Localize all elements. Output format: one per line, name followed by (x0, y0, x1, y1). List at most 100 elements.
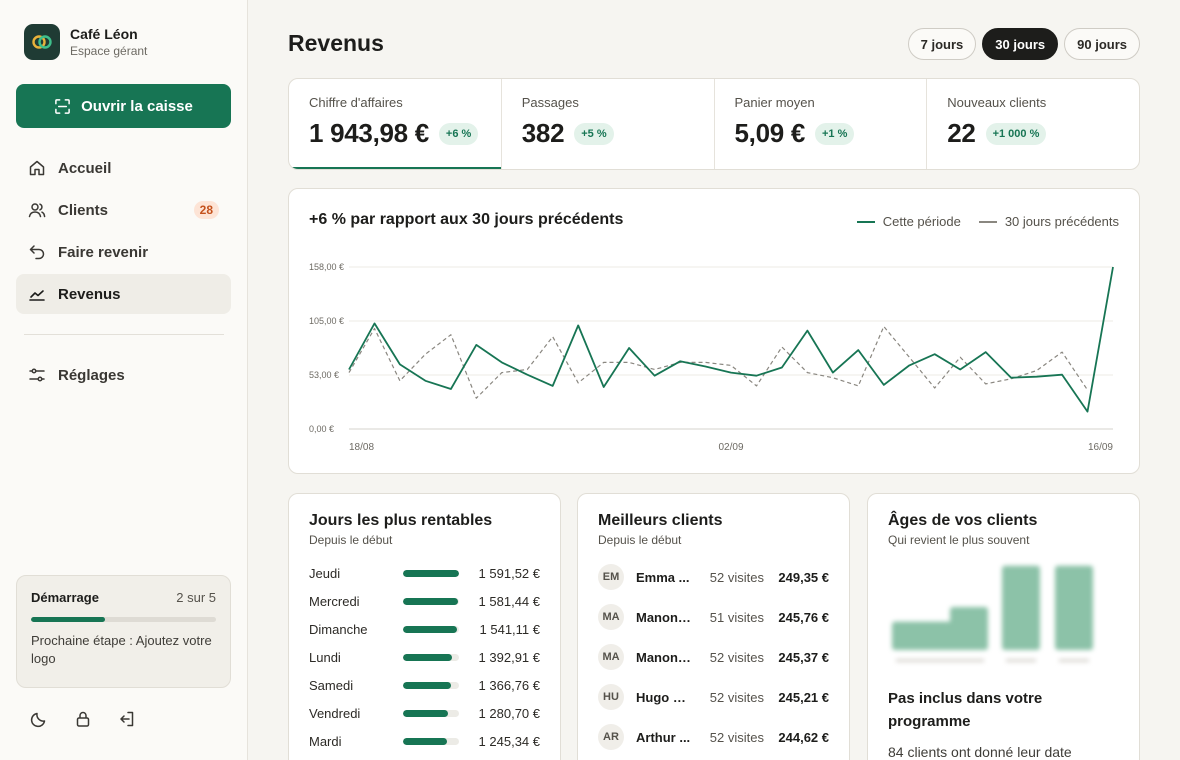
chart-title: +6 % par rapport aux 30 jours précédents (309, 211, 624, 228)
client-amount: 249,35 € (778, 569, 829, 585)
sidebar-item-label: Faire revenir (58, 243, 149, 261)
day-name: Jeudi (309, 565, 341, 581)
client-visits: 52 visites (709, 689, 764, 705)
brand-name: Café Léon (70, 26, 138, 42)
card-subtitle: Depuis le début (309, 533, 393, 547)
client-amount: 245,21 € (778, 689, 829, 705)
kpi-delta-badge: +1 % (815, 122, 855, 145)
users-icon (28, 203, 46, 218)
main-nav: Accueil Clients 28 Faire revenir Revenus (16, 148, 231, 316)
kpi-value: 382 (521, 118, 565, 148)
age-bar (1055, 565, 1093, 650)
sidebar-item-reglages[interactable]: Réglages (16, 355, 231, 395)
kpi-average-basket[interactable]: Panier moyen 5,09 € +1 % (715, 79, 928, 169)
kpi-label: Passages (521, 95, 579, 110)
top-days-list: Jeudi 1 591,52 € Mercredi 1 581,44 € Dimanch… (309, 559, 540, 755)
client-name: Manon ... (636, 609, 692, 625)
age-bar (892, 621, 960, 650)
list-item: Mardi 1 245,34 € (309, 727, 540, 755)
card-subtitle: Qui revient le plus souvent (888, 533, 1030, 547)
sidebar-item-faire-revenir[interactable]: Faire revenir (16, 232, 231, 272)
client-visits: 52 visites (709, 649, 764, 665)
kpi-label: Nouveaux clients (947, 95, 1047, 110)
nav-divider (24, 334, 224, 335)
sidebar-item-accueil[interactable]: Accueil (16, 148, 231, 188)
day-value: 1 541,11 € (479, 621, 540, 637)
sliders-icon (29, 368, 45, 382)
onboarding-next-step: Prochaine étape : Ajoutez votre logo (31, 633, 212, 666)
list-item: Lundi 1 392,91 € (309, 643, 540, 671)
client-visits: 52 visites (709, 569, 764, 585)
kpi-label: Chiffre d'affaires (309, 95, 403, 110)
avatar: EM (598, 564, 624, 590)
table-row[interactable]: HU Hugo M... 52 visites 245,21 € (598, 677, 829, 717)
list-item: Mercredi 1 581,44 € (309, 587, 540, 615)
day-bar-fill (403, 597, 459, 605)
client-amount: 245,76 € (778, 609, 829, 625)
card-title: Meilleurs clients (598, 512, 723, 529)
kpi-value: 5,09 € (734, 118, 806, 148)
ages-note-title: Pas inclus dans votre programme (888, 690, 1043, 730)
day-value: 1 392,91 € (478, 649, 540, 665)
day-name: Vendredi (309, 705, 361, 721)
day-bar-fill (403, 653, 453, 661)
sidebar-item-label: Clients (58, 201, 109, 219)
brand-logo-icon (24, 24, 60, 60)
kpi-delta-badge: +6 % (438, 122, 479, 145)
onboarding-card[interactable]: Démarrage 2 sur 5 Prochaine étape : Ajou… (16, 575, 231, 688)
period-30-days[interactable]: 30 jours (982, 28, 1059, 60)
age-bar-label (896, 659, 956, 662)
client-name: Emma ... (636, 569, 690, 585)
logout-icon[interactable] (118, 710, 136, 728)
sidebar-item-clients[interactable]: Clients 28 (16, 190, 231, 230)
lock-icon[interactable] (74, 710, 92, 728)
sidebar-item-label: Réglages (58, 366, 125, 384)
onboarding-title: Démarrage (31, 590, 99, 605)
card-title: Âges de vos clients (888, 512, 1038, 529)
chart-legend: Cette période 30 jours précédents (856, 214, 1119, 229)
kpi-new-clients[interactable]: Nouveaux clients 22 +1 000 % (927, 79, 1139, 169)
onboarding-progress-fill (31, 617, 105, 622)
ages-blurred-chart (892, 565, 1093, 662)
kpi-label: Panier moyen (734, 95, 815, 110)
client-amount: 244,62 € (778, 729, 829, 745)
list-item: Jeudi 1 591,52 € (309, 559, 540, 587)
y-tick-label: 158,00 € (309, 262, 344, 272)
list-item: Vendredi 1 280,70 € (309, 699, 540, 727)
trend-icon (29, 290, 45, 301)
day-bar (403, 625, 459, 633)
client-name: Arthur ... (636, 729, 691, 745)
table-row[interactable]: EM Emma ... 52 visites 249,35 € (598, 557, 829, 597)
table-row[interactable]: AR Arthur ... 52 visites 244,62 € (598, 717, 829, 757)
day-name: Dimanche (309, 621, 368, 637)
day-bar (403, 709, 459, 717)
kpi-revenue[interactable]: Chiffre d'affaires 1 943,98 € +6 % (289, 79, 502, 169)
period-90-days[interactable]: 90 jours (1064, 28, 1140, 60)
day-value: 1 581,44 € (478, 593, 540, 609)
day-bar-fill (403, 709, 448, 717)
brand-subtitle: Espace gérant (70, 44, 148, 58)
table-row[interactable]: MA Manon ... 52 visites 245,37 € (598, 637, 829, 677)
revenue-chart-card: 158,00 € 105,00 € 53,00 € 0,00 € 18/08 02/09 1… (288, 188, 1140, 474)
day-bar (403, 597, 459, 605)
sidebar-item-revenus[interactable]: Revenus (16, 274, 231, 314)
revenue-line-chart[interactable]: 158,00 € 105,00 € 53,00 € 0,00 € 18/08 02/09 1… (289, 189, 1141, 475)
home-icon (29, 160, 45, 176)
day-bar-fill (403, 681, 452, 689)
legend-label: 30 jours précédents (1004, 214, 1119, 229)
list-item: Dimanche 1 541,11 € (309, 615, 540, 643)
age-bar (1002, 565, 1040, 650)
ages-note-text: 84 clients ont donné leur date (888, 744, 1072, 760)
period-7-days[interactable]: 7 jours (907, 28, 977, 60)
table-row[interactable]: MA Manon ... 51 visites 245,76 € (598, 597, 829, 637)
card-title: Jours les plus rentables (309, 512, 493, 529)
open-register-button[interactable]: Ouvrir la caisse (16, 84, 231, 128)
moon-icon[interactable] (30, 710, 48, 728)
day-bar (403, 681, 459, 689)
kpi-visits[interactable]: Passages 382 +5 % (502, 79, 715, 169)
avatar: MA (598, 644, 624, 670)
kpi-value: 1 943,98 € (309, 118, 429, 148)
brand[interactable]: Café Léon Espace gérant (24, 24, 147, 60)
client-name: Hugo M... (636, 689, 692, 705)
sidebar-footer (30, 710, 136, 728)
